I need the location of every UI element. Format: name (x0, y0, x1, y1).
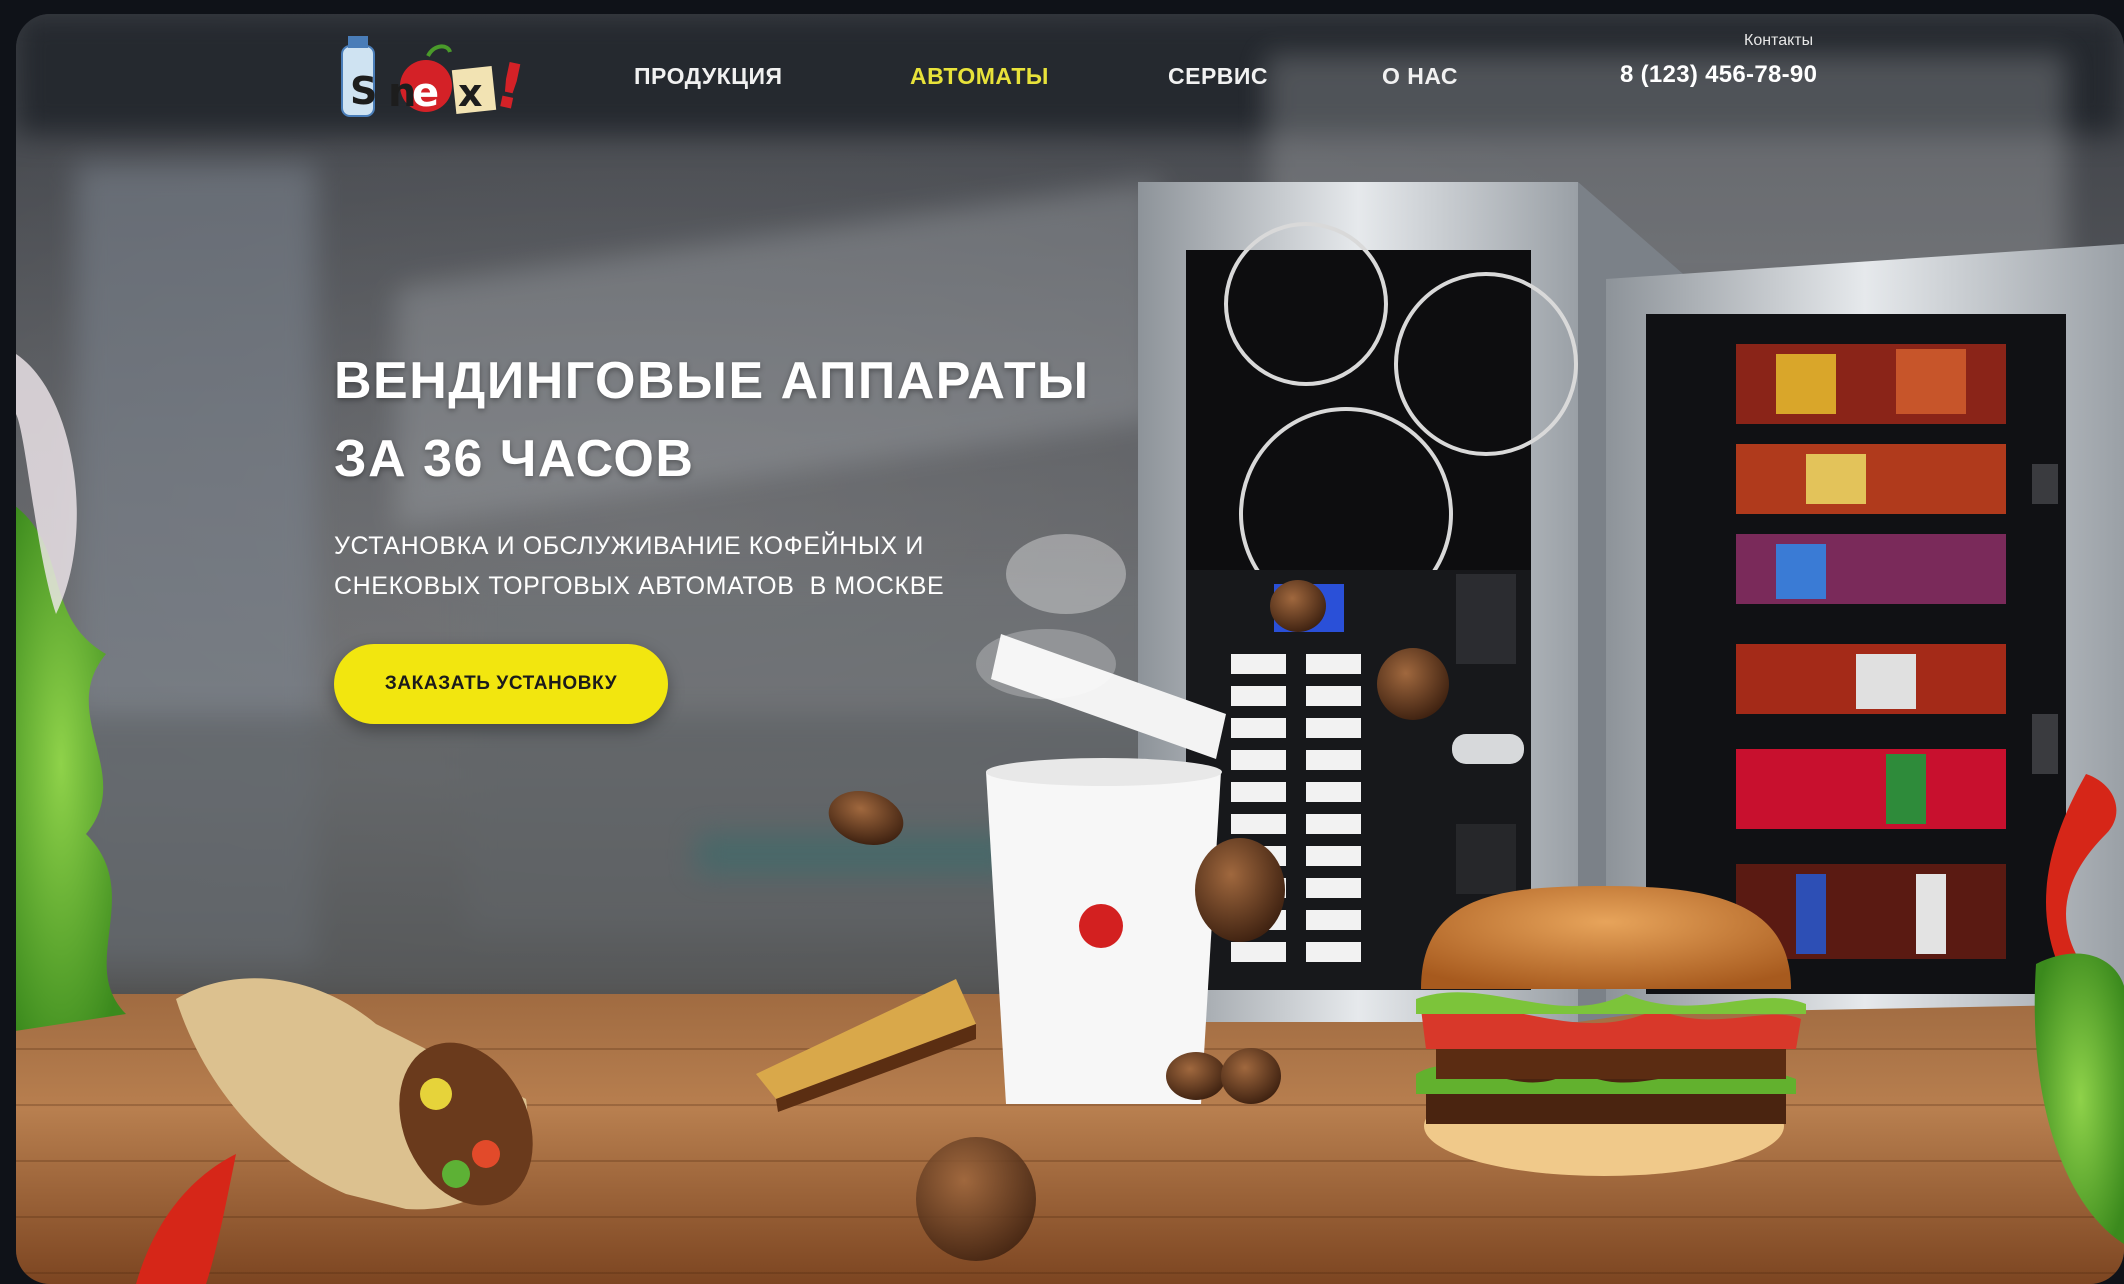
nav-item-service[interactable]: СЕРВИС (1168, 63, 1268, 90)
hero-title-line: ЗА 36 ЧАСОВ (334, 430, 695, 488)
snex-logo[interactable]: S n e x ! (336, 26, 546, 136)
nav-item-about[interactable]: О НАС (1382, 63, 1458, 90)
hero-subtitle: УСТАНОВКА И ОБСЛУЖИВАНИЕ КОФЕЙНЫХ И СНЕК… (334, 526, 1094, 606)
order-installation-button[interactable]: ЗАКАЗАТЬ УСТАНОВКУ (334, 644, 668, 724)
coffee-bean (1221, 1048, 1281, 1104)
hero-section: S n e x ! ПРОДУКЦИЯ АВТОМАТЫ СЕРВИС О НА… (16, 14, 2124, 1284)
lettuce-decoration (16, 506, 126, 1031)
coffee-bean (916, 1137, 1036, 1261)
burger (1416, 886, 1806, 1176)
contacts-link[interactable]: Контакты (1744, 32, 1813, 50)
coffee-bean (1166, 1052, 1226, 1100)
hero-illustration (16, 182, 2124, 1284)
hero-subtitle-line: СНЕКОВЫХ ТОРГОВЫХ АВТОМАТОВ В МОСКВЕ (334, 572, 945, 600)
phone-number[interactable]: 8 (123) 456-78-90 (1620, 61, 1817, 89)
coffee-bean (828, 791, 904, 845)
coffee-bean (1195, 838, 1285, 942)
svg-text:!: ! (489, 48, 532, 125)
svg-text:e: e (412, 70, 439, 116)
hero-subtitle-line: УСТАНОВКА И ОБСЛУЖИВАНИЕ КОФЕЙНЫХ И (334, 532, 924, 560)
pepper-slice (136, 1154, 236, 1284)
svg-text:x: x (458, 71, 483, 115)
nav-item-vending-machines[interactable]: АВТОМАТЫ (910, 63, 1049, 90)
hero-title-line: ВЕНДИНГОВЫЕ АППАРАТЫ (334, 352, 1090, 410)
svg-text:S: S (350, 69, 377, 113)
snack-bar (756, 979, 976, 1112)
coffee-bean (1377, 648, 1449, 720)
hero-title: ВЕНДИНГОВЫЕ АППАРАТЫ ЗА 36 ЧАСОВ (334, 342, 1194, 498)
lettuce-decoration (2034, 953, 2124, 1244)
nav-item-products[interactable]: ПРОДУКЦИЯ (634, 63, 783, 90)
coffee-bean (1270, 580, 1326, 632)
shawarma-wrap (176, 978, 533, 1210)
